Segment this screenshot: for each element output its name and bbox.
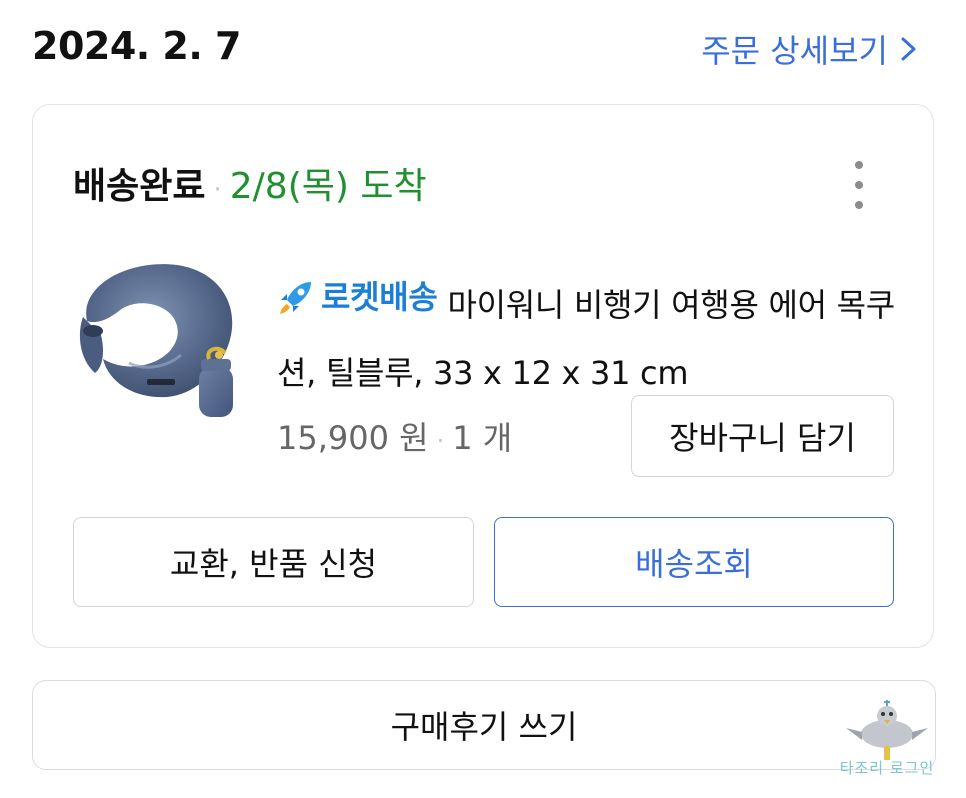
rocket-delivery-label: 로켓배송 bbox=[321, 278, 438, 316]
order-detail-link-label: 주문 상세보기 bbox=[701, 32, 888, 70]
order-header: 2024. 2. 7 주문 상세보기 bbox=[32, 18, 920, 74]
watermark-logo: 타조리 로그인 bbox=[832, 694, 942, 788]
track-delivery-button[interactable]: 배송조회 bbox=[494, 517, 894, 607]
product-title-block[interactable]: 로켓배송 마이워니 비행기 여행용 에어 목쿠션, 틸블루, 33 x 12 x… bbox=[277, 263, 897, 407]
product-price: 15,900 원 bbox=[277, 419, 429, 457]
delivery-status-row: 배송완료 · 2/8(목) 도착 bbox=[73, 157, 427, 209]
watermark-text: 타조리 로그인 bbox=[839, 759, 935, 777]
chevron-right-icon bbox=[901, 37, 916, 61]
delivery-status: 배송완료 bbox=[73, 166, 206, 207]
product-quantity: 1 개 bbox=[452, 419, 513, 457]
price-separator: · bbox=[436, 427, 445, 455]
write-review-button[interactable]: 구매후기 쓰기 bbox=[32, 680, 936, 770]
rocket-icon bbox=[280, 282, 311, 314]
status-separator: · bbox=[213, 175, 222, 205]
order-history-page: 2024. 2. 7 주문 상세보기 배송완료 · 2/8(목) 도착 로켓배송… bbox=[0, 0, 966, 798]
neck-pillow-image[interactable] bbox=[69, 255, 241, 425]
arrival-date: 2/8(목) 도착 bbox=[229, 166, 427, 207]
add-to-cart-button[interactable]: 장바구니 담기 bbox=[631, 395, 894, 477]
more-options-icon[interactable] bbox=[847, 161, 871, 209]
exchange-return-button[interactable]: 교환, 반품 신청 bbox=[73, 517, 474, 607]
order-card: 배송완료 · 2/8(목) 도착 로켓배송 마이워니 비행기 여행용 에어 목쿠… bbox=[32, 104, 934, 648]
order-detail-link[interactable]: 주문 상세보기 bbox=[701, 26, 920, 72]
rocket-delivery-badge: 로켓배송 bbox=[277, 263, 438, 331]
order-date: 2024. 2. 7 bbox=[32, 24, 241, 68]
price-quantity-row: 15,900 원 · 1 개 bbox=[277, 413, 512, 459]
